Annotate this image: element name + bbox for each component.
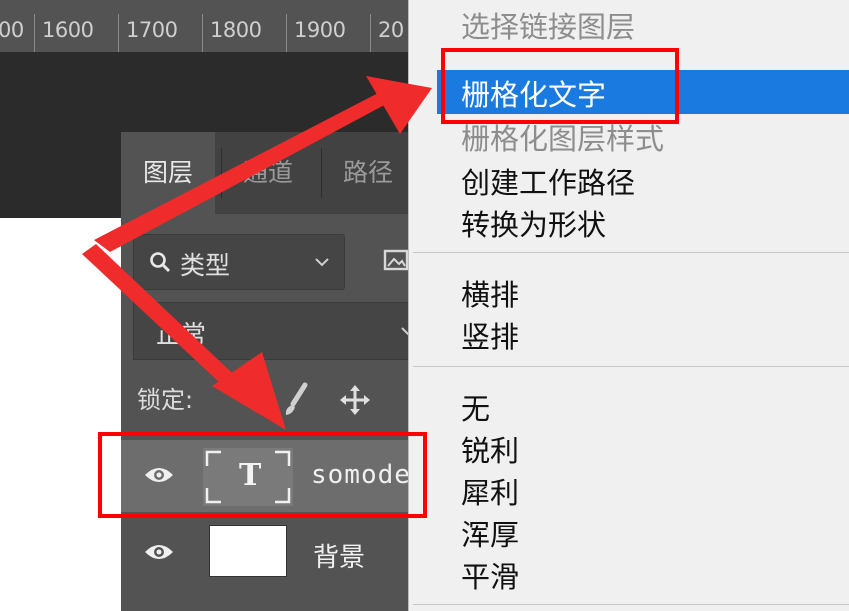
menu-item-antialias-strong[interactable]: 浑厚 <box>461 512 519 554</box>
tab-channels[interactable]: 通道 <box>221 132 315 214</box>
ruler-label: 1700 <box>126 18 178 42</box>
menu-item-select-linked-layers[interactable]: 选择链接图层 <box>461 4 635 46</box>
eye-icon[interactable] <box>143 541 175 563</box>
tab-layers[interactable]: 图层 <box>121 132 216 214</box>
ruler-tick <box>202 14 203 52</box>
lock-label: 锁定: <box>137 386 194 414</box>
ruler-label: 1800 <box>210 18 262 42</box>
filter-label: 类型 <box>180 251 231 280</box>
menu-item-antialias-crisp[interactable]: 犀利 <box>461 470 519 512</box>
chevron-down-icon <box>315 258 329 267</box>
ruler-label: 1600 <box>42 18 94 42</box>
annotation-box-layer <box>98 432 427 518</box>
search-icon <box>150 252 171 273</box>
menu-separator <box>413 604 849 605</box>
menu-separator <box>413 366 849 367</box>
background-layer-thumbnail <box>209 525 287 577</box>
ruler-tick <box>370 14 371 52</box>
ruler-label: 20 <box>378 18 404 42</box>
menu-item-antialias-smooth[interactable]: 平滑 <box>461 554 519 596</box>
ruler-tick <box>286 14 287 52</box>
brush-lock-icon[interactable] <box>281 382 311 418</box>
blend-mode-select[interactable]: 正常 <box>133 302 435 360</box>
menu-separator <box>413 252 849 253</box>
layer-filter-select[interactable]: 类型 <box>133 234 345 290</box>
lock-row: 锁定: <box>137 380 193 415</box>
layer-row-background[interactable]: 背景 <box>121 517 421 589</box>
horizontal-ruler: 00 1600 1700 1800 1900 20 <box>0 0 420 52</box>
menu-item-vertical[interactable]: 竖排 <box>461 314 519 356</box>
ruler-label: 1900 <box>294 18 346 42</box>
menu-item-horizontal[interactable]: 横排 <box>461 272 519 314</box>
menu-item-antialias-none[interactable]: 无 <box>461 386 490 428</box>
layer-name: 背景 <box>313 543 366 573</box>
ruler-tick <box>118 14 119 52</box>
panel-tab-bar: 图层 通道 路径 <box>121 132 421 214</box>
image-filter-icon[interactable] <box>383 248 409 272</box>
blend-mode-value: 正常 <box>156 320 207 349</box>
move-lock-icon[interactable] <box>339 384 371 416</box>
tab-paths[interactable]: 路径 <box>321 132 415 214</box>
annotation-box-menu <box>441 48 679 124</box>
ruler-tick <box>34 14 35 52</box>
ruler-label: 00 <box>0 18 24 42</box>
menu-item-convert-to-shape[interactable]: 转换为形状 <box>461 202 606 244</box>
menu-item-create-work-path[interactable]: 创建工作路径 <box>461 160 635 202</box>
menu-item-antialias-sharp[interactable]: 锐利 <box>461 428 519 470</box>
layers-panel: 图层 通道 路径 类型 正常 锁定: T somode 背景 <box>121 132 435 611</box>
